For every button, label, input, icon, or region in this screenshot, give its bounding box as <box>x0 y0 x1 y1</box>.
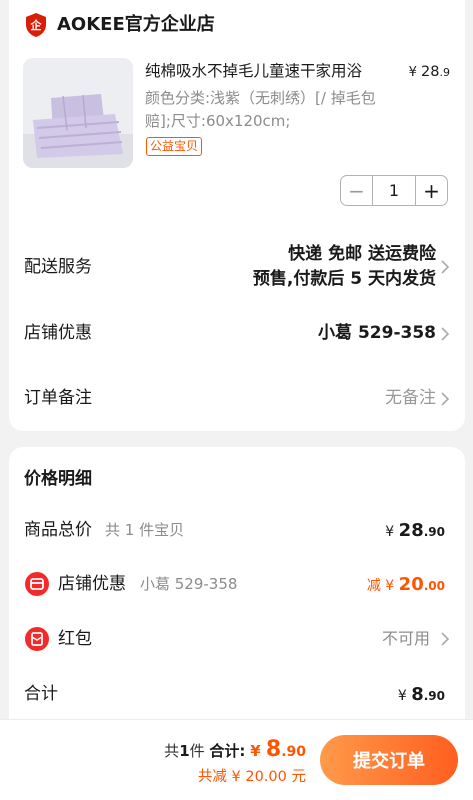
increase-button[interactable]: + <box>416 176 447 205</box>
order-note-value: 无备注 <box>385 388 436 408</box>
shop-coupon-value: 小葛 529-358 <box>318 323 436 343</box>
goods-total-value: ¥ 28.90 <box>385 520 445 541</box>
charity-tag: 公益宝贝 <box>146 137 203 156</box>
towel-image <box>23 58 133 168</box>
submit-order-button[interactable]: 提交订单 <box>320 735 458 785</box>
red-packet-value: 不可用 <box>381 629 430 648</box>
delivery-label: 配送服务 <box>24 257 92 277</box>
delivery-line2: 预售,付款后 5 天内发货 <box>252 269 436 289</box>
shop-name[interactable]: AOKEE官方企业店 <box>57 13 215 37</box>
checkout-summary: 共1件 合计: ¥ 8.90 <box>164 737 306 762</box>
checkout-total: ¥ 8.90 <box>250 737 306 762</box>
total-label: 合计 <box>24 684 58 704</box>
checkout-bar: 共1件 合计: ¥ 8.90 共减 ¥ 20.00 元 提交订单 <box>0 719 473 800</box>
chevron-right-icon <box>441 327 450 341</box>
decrease-button[interactable]: − <box>341 176 372 205</box>
product-price: ¥ 28.9 <box>408 64 450 80</box>
chevron-right-icon <box>441 632 450 646</box>
shield-logo-icon: 企 <box>26 13 46 37</box>
shop-discount-icon <box>25 572 49 596</box>
shop-discount-label: 店铺优惠 <box>58 574 126 594</box>
order-note-label: 订单备注 <box>24 388 92 408</box>
chevron-right-icon <box>441 392 450 406</box>
chevron-right-icon <box>441 260 450 274</box>
goods-count: 共 1 件宝贝 <box>105 521 185 539</box>
price-detail-title: 价格明细 <box>24 469 92 489</box>
delivery-line1: 快递 免邮 送运费险 <box>288 244 436 264</box>
red-packet-icon <box>25 627 49 651</box>
total-value: ¥ 8.90 <box>397 684 445 705</box>
shop-discount-coupon: 小葛 529-358 <box>140 575 238 593</box>
shop-coupon-label: 店铺优惠 <box>24 323 92 343</box>
quantity-stepper: − 1 + <box>340 175 448 206</box>
product-sku[interactable]: 颜色分类:浅紫（无刺绣）[/ 掉毛包赔];尺寸:60x120cm; <box>145 87 383 133</box>
red-packet-label: 红包 <box>58 629 92 649</box>
goods-total-label: 商品总价 <box>24 520 92 540</box>
order-item-card: 企 AOKEE官方企业店 纯棉吸水不掉毛儿童速干家用浴 ¥ 28.9 颜色分类:… <box>9 0 465 431</box>
product-thumbnail[interactable] <box>23 58 133 168</box>
svg-text:企: 企 <box>30 18 43 32</box>
shop-discount-value: 减 ¥ 20.00 <box>366 574 445 595</box>
quantity-value[interactable]: 1 <box>372 176 416 205</box>
price-detail-card: 价格明细 商品总价 共 1 件宝贝 ¥ 28.90 店铺优惠 小葛 529-35… <box>9 447 465 737</box>
product-title[interactable]: 纯棉吸水不掉毛儿童速干家用浴 <box>145 60 395 82</box>
checkout-discount: 共减 ¥ 20.00 元 <box>197 769 306 785</box>
